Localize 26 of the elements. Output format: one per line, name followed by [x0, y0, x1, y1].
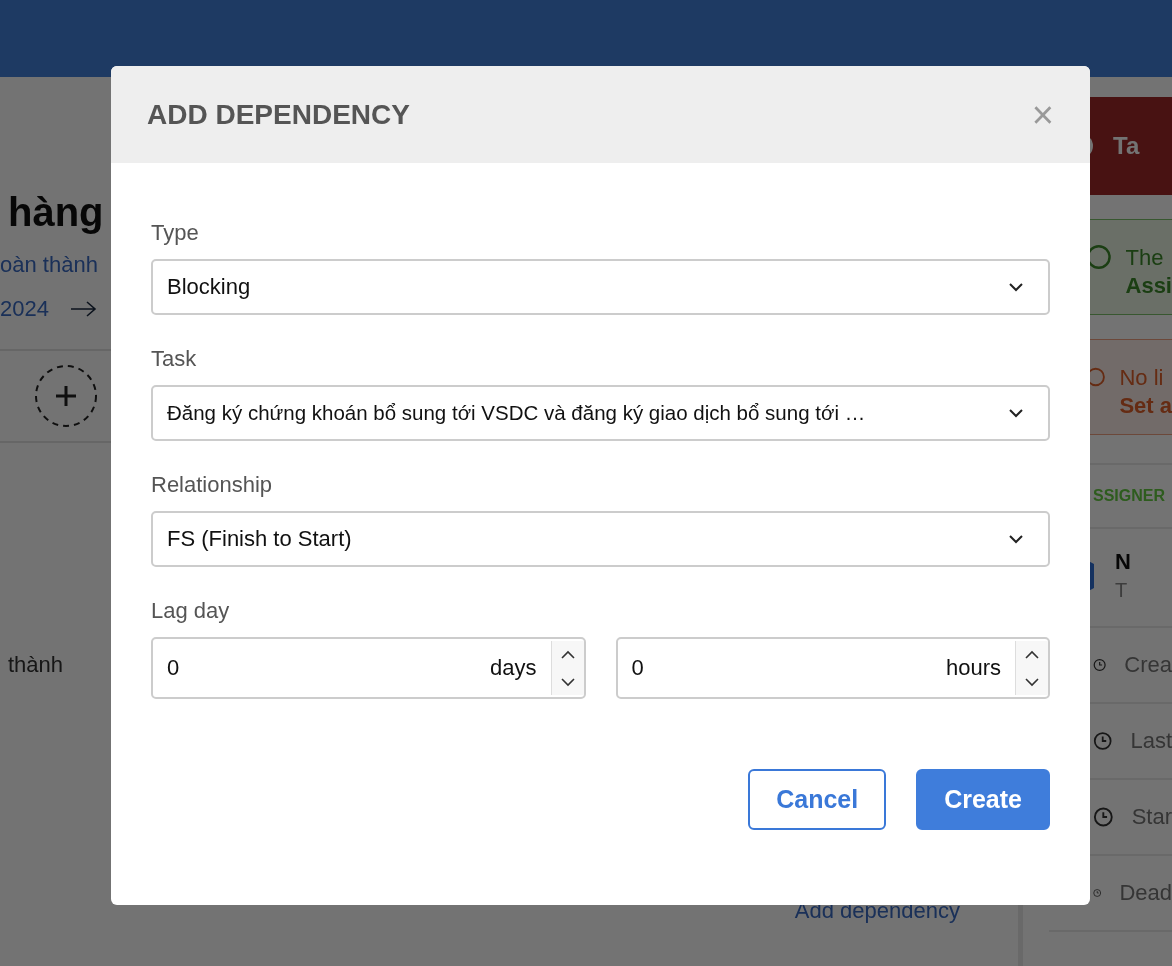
- info-label: Last: [1130, 728, 1172, 754]
- field-label: Task: [151, 345, 198, 373]
- number-field[interactable]: 0 hours: [615, 637, 1050, 699]
- alert-text: Ta: [1113, 132, 1140, 160]
- field-label: Relationship: [151, 471, 274, 499]
- date-text: 2024: [0, 295, 49, 323]
- field-label: Lag day: [151, 597, 231, 625]
- unit-label: hours: [945, 655, 1001, 681]
- info-label: Star: [1131, 804, 1172, 830]
- cancel-button[interactable]: Cancel: [748, 769, 887, 830]
- info-label: Dead: [1119, 880, 1172, 906]
- number-field[interactable]: 0 days: [151, 637, 586, 699]
- dialog-title: ADD DEPENDENCY: [147, 98, 410, 131]
- body-text: thành: [8, 651, 64, 679]
- info-label: Crea: [1124, 652, 1172, 678]
- select-field[interactable]: Blocking: [151, 259, 1050, 315]
- create-button[interactable]: Create: [916, 769, 1050, 830]
- unit-label: days: [490, 655, 537, 681]
- assignee-name: N: [1115, 549, 1131, 575]
- notice-action[interactable]: Assi: [1125, 272, 1172, 300]
- field-label: Type: [151, 219, 200, 247]
- notice-text: The: [1125, 244, 1165, 272]
- select-field[interactable]: Đăng ký chứng khoán bổ sung tới VSDC và đăng ký giao dịch bổ sung tới …: [151, 385, 1050, 441]
- notice-text: No li: [1119, 364, 1165, 392]
- select-field[interactable]: FS (Finish to Start): [151, 511, 1050, 567]
- close-button[interactable]: ×: [1031, 95, 1054, 134]
